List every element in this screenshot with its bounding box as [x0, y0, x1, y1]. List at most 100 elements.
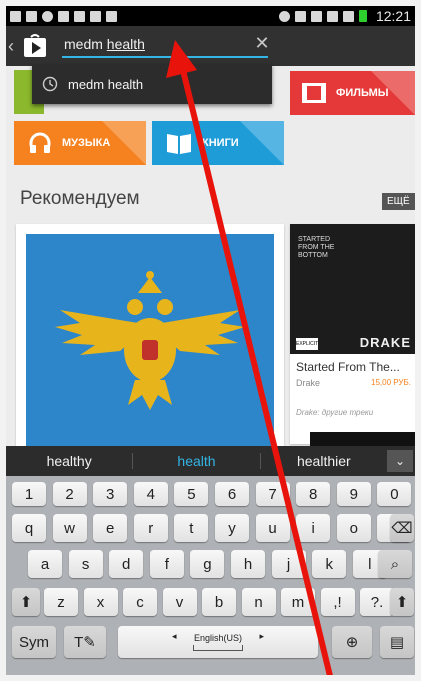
section-title-recommended: Рекомендуем: [20, 188, 140, 209]
battery-icon: [358, 10, 367, 22]
more-button[interactable]: ЕЩЁ: [382, 193, 415, 210]
key-letter[interactable]: k: [312, 550, 347, 578]
handwriting-key[interactable]: T✎: [64, 626, 106, 658]
key-letter[interactable]: o: [336, 514, 371, 542]
key-letter[interactable]: i: [296, 514, 331, 542]
store-notification-icon: [106, 10, 117, 22]
category-films-tile[interactable]: ФИЛЬМЫ: [290, 71, 415, 115]
album-cover-artist: DRAKE: [359, 335, 411, 350]
album-title: Started From The...: [296, 360, 400, 374]
status-bar: 12:21: [6, 6, 415, 26]
key-number[interactable]: 7: [255, 482, 290, 506]
category-books-label: КНИГИ: [202, 137, 239, 149]
key-letter[interactable]: b: [202, 588, 236, 616]
backspace-key[interactable]: ⌫: [390, 514, 414, 542]
key-letter[interactable]: u: [255, 514, 290, 542]
prev-language-icon: ◂: [172, 631, 177, 641]
film-icon: [302, 83, 326, 103]
headphones-icon: [29, 132, 51, 153]
double-headed-eagle-emblem-icon: [55, 271, 245, 410]
category-films-label: ФИЛЬМЫ: [336, 87, 389, 99]
key-letter[interactable]: d: [109, 550, 144, 578]
key-letter[interactable]: r: [133, 514, 168, 542]
prediction-word[interactable]: healthier: [261, 453, 387, 469]
search-key[interactable]: ⌕: [378, 550, 412, 578]
file-notification-icon: [74, 10, 85, 22]
gallery-notification-icon: [10, 10, 21, 22]
key-number[interactable]: 3: [93, 482, 128, 506]
key-number[interactable]: 2: [52, 482, 87, 506]
cell-signal-icon: [342, 10, 354, 22]
clipboard-key[interactable]: ▤: [380, 626, 414, 658]
search-suggestion-item[interactable]: medm health: [32, 64, 272, 104]
soft-keyboard: healthy health healthier ⌄ 1234567890 qwe…: [6, 446, 415, 675]
store-content: ФИЛЬМЫ МУЗЫКА КНИГИ Рекомендуем ЕЩЁ STAR…: [6, 66, 415, 446]
key-number[interactable]: 5: [174, 482, 209, 506]
album-cover: STARTED FROM THE BOTTOM EXPLICIT DRAKE: [290, 224, 415, 354]
category-music-tile[interactable]: МУЗЫКА: [14, 121, 146, 165]
expand-predictions-icon[interactable]: ⌄: [386, 450, 413, 472]
search-query-prefix: medm: [64, 36, 107, 52]
clear-search-icon[interactable]: ✕: [252, 33, 272, 54]
prediction-word[interactable]: healthy: [6, 453, 132, 469]
search-input[interactable]: medm health: [62, 34, 268, 58]
cloud-notification-icon: [42, 10, 53, 22]
key-number[interactable]: 8: [296, 482, 331, 506]
key-letter[interactable]: v: [162, 588, 197, 616]
play-store-logo-icon[interactable]: [22, 33, 48, 59]
key-number[interactable]: 6: [215, 482, 249, 506]
prediction-word[interactable]: health: [133, 453, 259, 469]
key-letter[interactable]: q: [12, 514, 46, 542]
category-books-tile[interactable]: КНИГИ: [152, 121, 284, 165]
key-letter[interactable]: a: [28, 550, 62, 578]
app-icon-emblem: [26, 234, 274, 446]
album-card[interactable]: STARTED FROM THE BOTTOM EXPLICIT DRAKE S…: [290, 224, 415, 444]
album-price[interactable]: 15,00 РУБ.: [371, 378, 411, 387]
parental-advisory-label: EXPLICIT: [296, 338, 318, 350]
key-letter[interactable]: w: [52, 514, 87, 542]
book-icon: [167, 134, 191, 154]
prediction-bar: healthy health healthier ⌄: [6, 446, 415, 476]
key-number[interactable]: 0: [377, 482, 412, 506]
space-key[interactable]: English(US) ◂ ▸: [118, 626, 318, 658]
history-clock-icon: [42, 76, 58, 92]
key-letter[interactable]: g: [190, 550, 225, 578]
key-letter[interactable]: n: [241, 588, 276, 616]
download-notification-icon: [90, 10, 101, 22]
category-music-label: МУЗЫКА: [62, 137, 111, 149]
key-letter[interactable]: e: [93, 514, 128, 542]
key-letter[interactable]: y: [215, 514, 249, 542]
key-letter[interactable]: x: [83, 588, 118, 616]
bluetooth-icon: [294, 10, 306, 22]
sync-icon: [278, 10, 290, 22]
key-number[interactable]: 4: [133, 482, 168, 506]
more-by-artist-link[interactable]: Drake: другие треки: [296, 408, 373, 417]
suggestion-text: medm health: [68, 76, 144, 92]
key-letter[interactable]: ,!: [320, 588, 355, 616]
next-language-icon: ▸: [259, 631, 264, 641]
search-query-composing: health: [106, 36, 145, 52]
key-letter[interactable]: t: [174, 514, 209, 542]
key-letter[interactable]: m: [281, 588, 315, 616]
key-letter[interactable]: s: [68, 550, 103, 578]
next-card-peek: [310, 432, 415, 446]
app-card[interactable]: [16, 224, 284, 446]
key-letter[interactable]: ?.: [360, 588, 394, 616]
key-letter[interactable]: h: [231, 550, 265, 578]
wifi-signal-icon: [326, 10, 338, 22]
key-letter[interactable]: z: [44, 588, 78, 616]
key-number[interactable]: 9: [336, 482, 371, 506]
shift-key[interactable]: ⬆: [12, 588, 40, 616]
globe-key[interactable]: ⊕: [332, 626, 372, 658]
space-language-label: English(US): [193, 633, 242, 643]
key-letter[interactable]: j: [271, 550, 306, 578]
album-cover-title: STARTED FROM THE BOTTOM: [298, 236, 335, 259]
search-action-bar: ‹ medm health ✕: [6, 26, 415, 66]
shift-key[interactable]: ⬆: [390, 588, 414, 616]
album-artist: Drake: [296, 378, 321, 388]
key-letter[interactable]: f: [149, 550, 184, 578]
key-letter[interactable]: c: [123, 588, 157, 616]
sym-key[interactable]: Sym: [12, 626, 56, 658]
back-chevron-icon[interactable]: ‹: [8, 36, 20, 57]
key-number[interactable]: 1: [12, 482, 46, 506]
